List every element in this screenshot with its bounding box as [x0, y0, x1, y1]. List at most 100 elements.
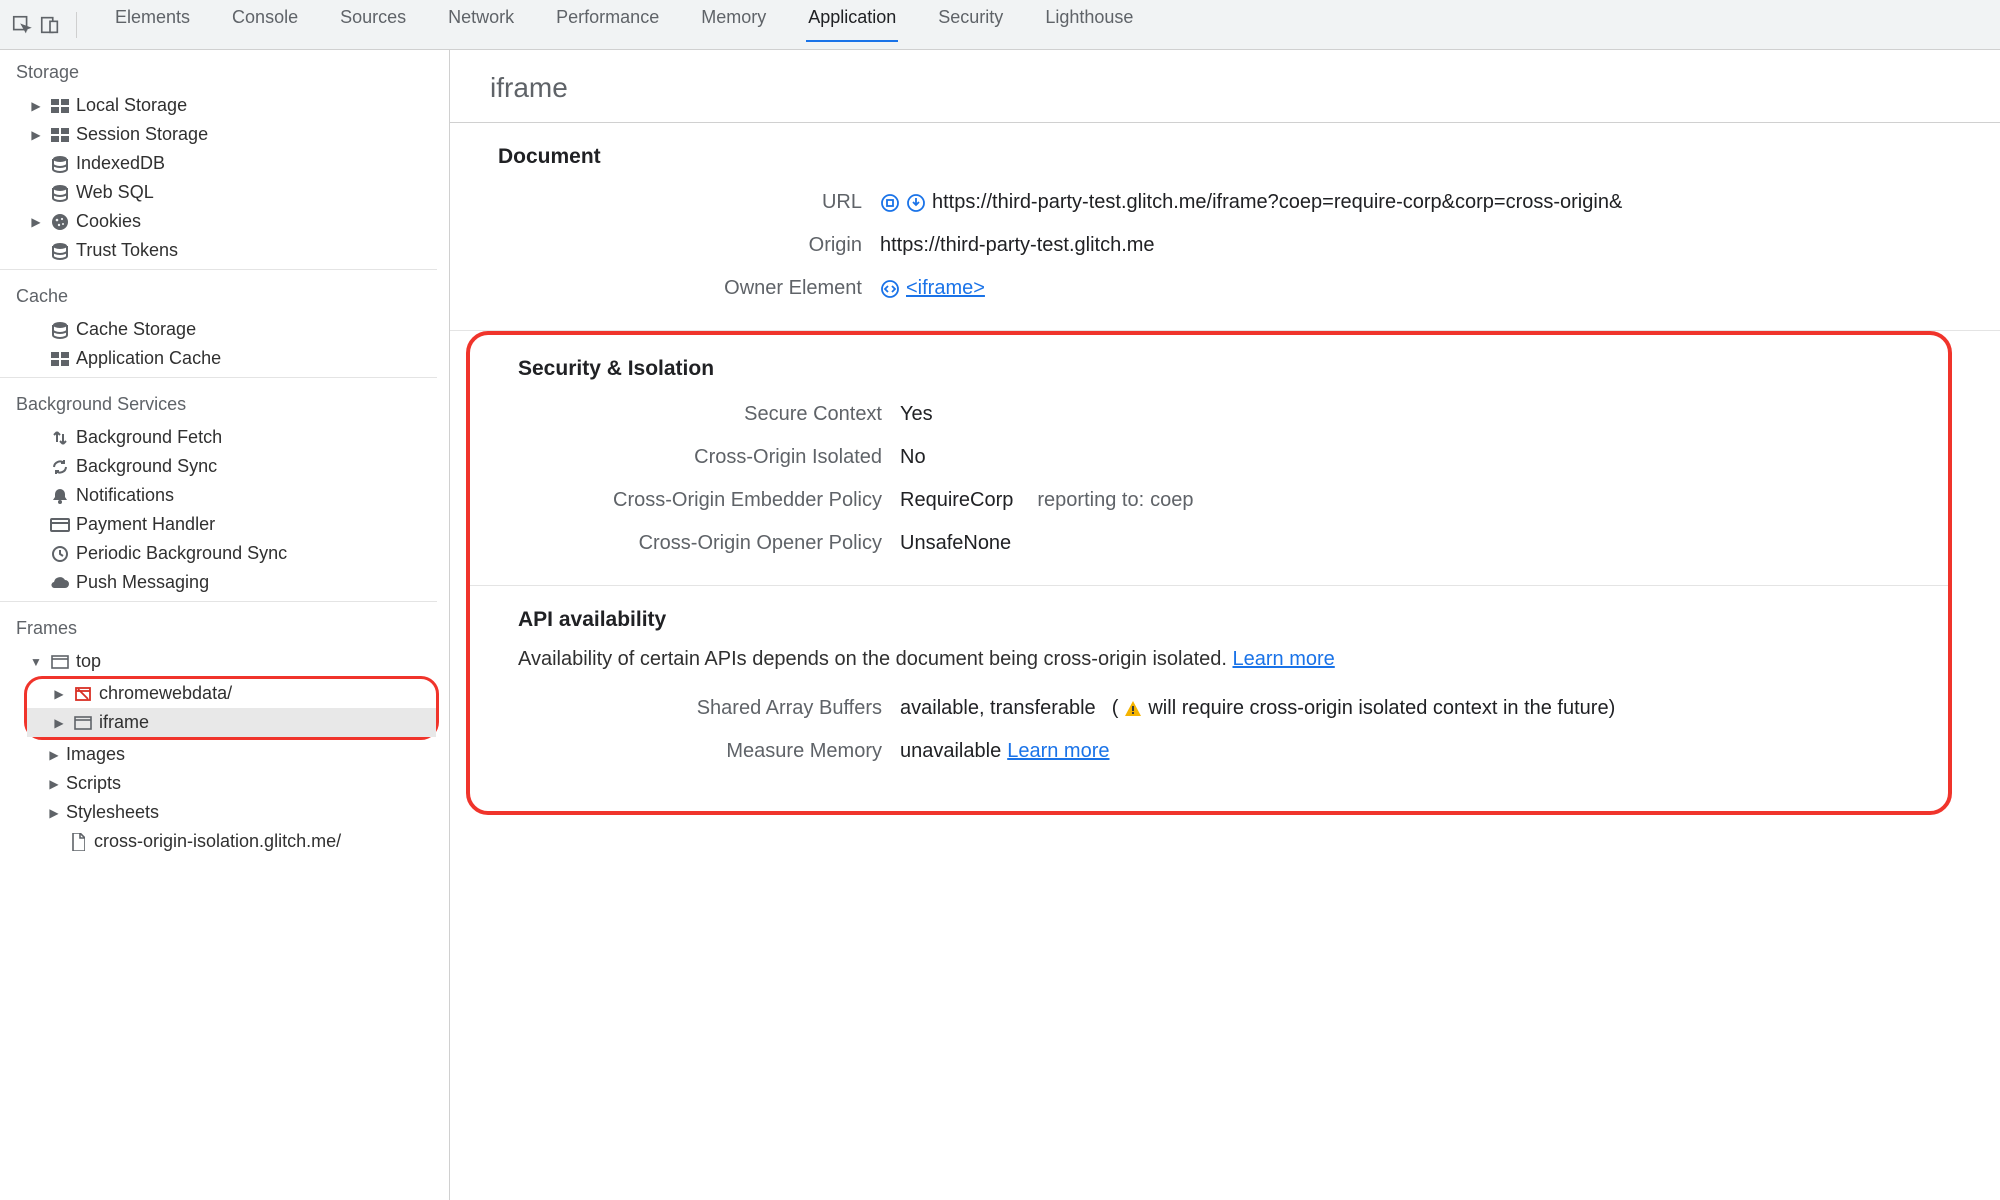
- device-toggle-icon[interactable]: [36, 11, 64, 39]
- security-highlight-box: Security & Isolation Secure Context Yes …: [466, 331, 1952, 815]
- file-icon: [66, 833, 90, 851]
- tab-performance[interactable]: Performance: [554, 7, 661, 42]
- sidebar-item-frame-chromewebdata[interactable]: ▶ chromewebdata/: [27, 679, 436, 708]
- sidebar-item-websql[interactable]: Web SQL: [0, 178, 449, 207]
- database-icon: [48, 155, 72, 173]
- sidebar-item-label: Cookies: [76, 211, 141, 232]
- url-label: URL: [450, 191, 880, 214]
- sidebar-item-periodic-sync[interactable]: Periodic Background Sync: [0, 539, 449, 568]
- sidebar-item-label: top: [76, 651, 101, 672]
- storage-icon: [48, 99, 72, 113]
- sidebar-item-label: IndexedDB: [76, 153, 165, 174]
- sidebar-item-label: Periodic Background Sync: [76, 543, 287, 564]
- tab-console[interactable]: Console: [230, 7, 300, 42]
- coi-label: Cross-Origin Isolated: [470, 446, 900, 469]
- topbar-divider: [76, 12, 77, 38]
- chevron-right-icon: ▶: [51, 687, 67, 701]
- owner-element-link[interactable]: <iframe>: [906, 277, 985, 300]
- chevron-right-icon: ▶: [28, 128, 44, 142]
- api-learn-more-link[interactable]: Learn more: [1233, 648, 1335, 670]
- sidebar-item-label: Scripts: [66, 773, 121, 794]
- coep-reporting-value: coep: [1150, 489, 1193, 512]
- sync-icon: [48, 458, 72, 476]
- cookie-icon: [48, 213, 72, 231]
- sidebar-item-label: Background Fetch: [76, 427, 222, 448]
- chevron-right-icon: ▶: [28, 99, 44, 113]
- frame-title: iframe: [450, 50, 2000, 123]
- sidebar-item-cookies[interactable]: ▶ Cookies: [0, 207, 449, 236]
- chevron-right-icon: ▶: [46, 777, 62, 791]
- sidebar-section-frames: Frames: [0, 606, 449, 647]
- devtools-tabs: Elements Console Sources Network Perform…: [113, 7, 1135, 42]
- application-sidebar: Storage ▶ Local Storage ▶ Session Storag…: [0, 50, 450, 1200]
- document-section: Document URL https://third-party-test.gl…: [450, 123, 2000, 330]
- sidebar-divider: [0, 269, 437, 270]
- sidebar-item-document[interactable]: cross-origin-isolation.glitch.me/: [0, 827, 449, 856]
- sab-warning-text: will require cross-origin isolated conte…: [1148, 697, 1615, 720]
- sidebar-item-label: Application Cache: [76, 348, 221, 369]
- api-description: Availability of certain APIs depends on …: [518, 648, 1227, 670]
- sidebar-item-background-fetch[interactable]: Background Fetch: [0, 423, 449, 452]
- tab-memory[interactable]: Memory: [699, 7, 768, 42]
- sidebar-item-payment-handler[interactable]: Payment Handler: [0, 510, 449, 539]
- chevron-right-icon: ▶: [51, 716, 67, 730]
- sidebar-item-notifications[interactable]: Notifications: [0, 481, 449, 510]
- sidebar-section-storage: Storage: [0, 50, 449, 91]
- origin-value: https://third-party-test.glitch.me: [880, 234, 2000, 257]
- clock-icon: [48, 545, 72, 563]
- sidebar-item-trust-tokens[interactable]: Trust Tokens: [0, 236, 449, 265]
- sab-value: available, transferable: [900, 697, 1096, 720]
- sidebar-section-background: Background Services: [0, 382, 449, 423]
- security-section: Security & Isolation Secure Context Yes …: [470, 335, 1948, 585]
- tab-network[interactable]: Network: [446, 7, 516, 42]
- chevron-right-icon: ▶: [46, 806, 62, 820]
- card-icon: [48, 518, 72, 532]
- frame-icon: [71, 716, 95, 730]
- open-newtab-icon[interactable]: [880, 193, 900, 213]
- sidebar-item-scripts[interactable]: ▶ Scripts: [0, 769, 449, 798]
- coep-label: Cross-Origin Embedder Policy: [470, 489, 900, 512]
- coop-label: Cross-Origin Opener Policy: [470, 532, 900, 555]
- sidebar-item-label: Background Sync: [76, 456, 217, 477]
- sidebar-divider: [0, 601, 437, 602]
- window-icon: [48, 655, 72, 669]
- frame-detail-panel: iframe Document URL https://third-party-…: [450, 50, 2000, 1200]
- sidebar-item-background-sync[interactable]: Background Sync: [0, 452, 449, 481]
- coop-value: UnsafeNone: [900, 532, 1948, 555]
- sidebar-section-cache: Cache: [0, 274, 449, 315]
- sidebar-item-application-cache[interactable]: Application Cache: [0, 344, 449, 373]
- mm-learn-more-link[interactable]: Learn more: [1007, 740, 1109, 763]
- sidebar-item-local-storage[interactable]: ▶ Local Storage: [0, 91, 449, 120]
- sidebar-item-label: Web SQL: [76, 182, 154, 203]
- coi-value: No: [900, 446, 1948, 469]
- sidebar-item-label: Session Storage: [76, 124, 208, 145]
- storage-icon: [48, 128, 72, 142]
- security-heading: Security & Isolation: [470, 335, 1948, 393]
- tab-sources[interactable]: Sources: [338, 7, 408, 42]
- owner-element-label: Owner Element: [450, 277, 880, 300]
- sidebar-item-cache-storage[interactable]: Cache Storage: [0, 315, 449, 344]
- mm-value: unavailable: [900, 740, 1001, 763]
- reveal-network-icon[interactable]: [906, 193, 926, 213]
- sidebar-item-frame-top[interactable]: ▼ top: [0, 647, 449, 676]
- sidebar-item-images[interactable]: ▶ Images: [0, 740, 449, 769]
- tab-application[interactable]: Application: [806, 7, 898, 42]
- tab-elements[interactable]: Elements: [113, 7, 192, 42]
- warning-icon: [1124, 700, 1142, 718]
- chevron-right-icon: ▶: [28, 215, 44, 229]
- sidebar-item-push-messaging[interactable]: Push Messaging: [0, 568, 449, 597]
- database-icon: [48, 184, 72, 202]
- sidebar-item-label: iframe: [99, 712, 149, 733]
- frames-highlight-box: ▶ chromewebdata/ ▶ iframe: [24, 676, 439, 740]
- sidebar-item-session-storage[interactable]: ▶ Session Storage: [0, 120, 449, 149]
- sidebar-item-frame-iframe[interactable]: ▶ iframe: [27, 708, 436, 737]
- sidebar-item-label: chromewebdata/: [99, 683, 232, 704]
- chevron-right-icon: ▶: [46, 748, 62, 762]
- database-icon: [48, 242, 72, 260]
- chevron-down-icon: ▼: [28, 655, 44, 669]
- inspect-element-icon[interactable]: [8, 11, 36, 39]
- tab-lighthouse[interactable]: Lighthouse: [1043, 7, 1135, 42]
- sidebar-item-indexeddb[interactable]: IndexedDB: [0, 149, 449, 178]
- sidebar-item-stylesheets[interactable]: ▶ Stylesheets: [0, 798, 449, 827]
- tab-security[interactable]: Security: [936, 7, 1005, 42]
